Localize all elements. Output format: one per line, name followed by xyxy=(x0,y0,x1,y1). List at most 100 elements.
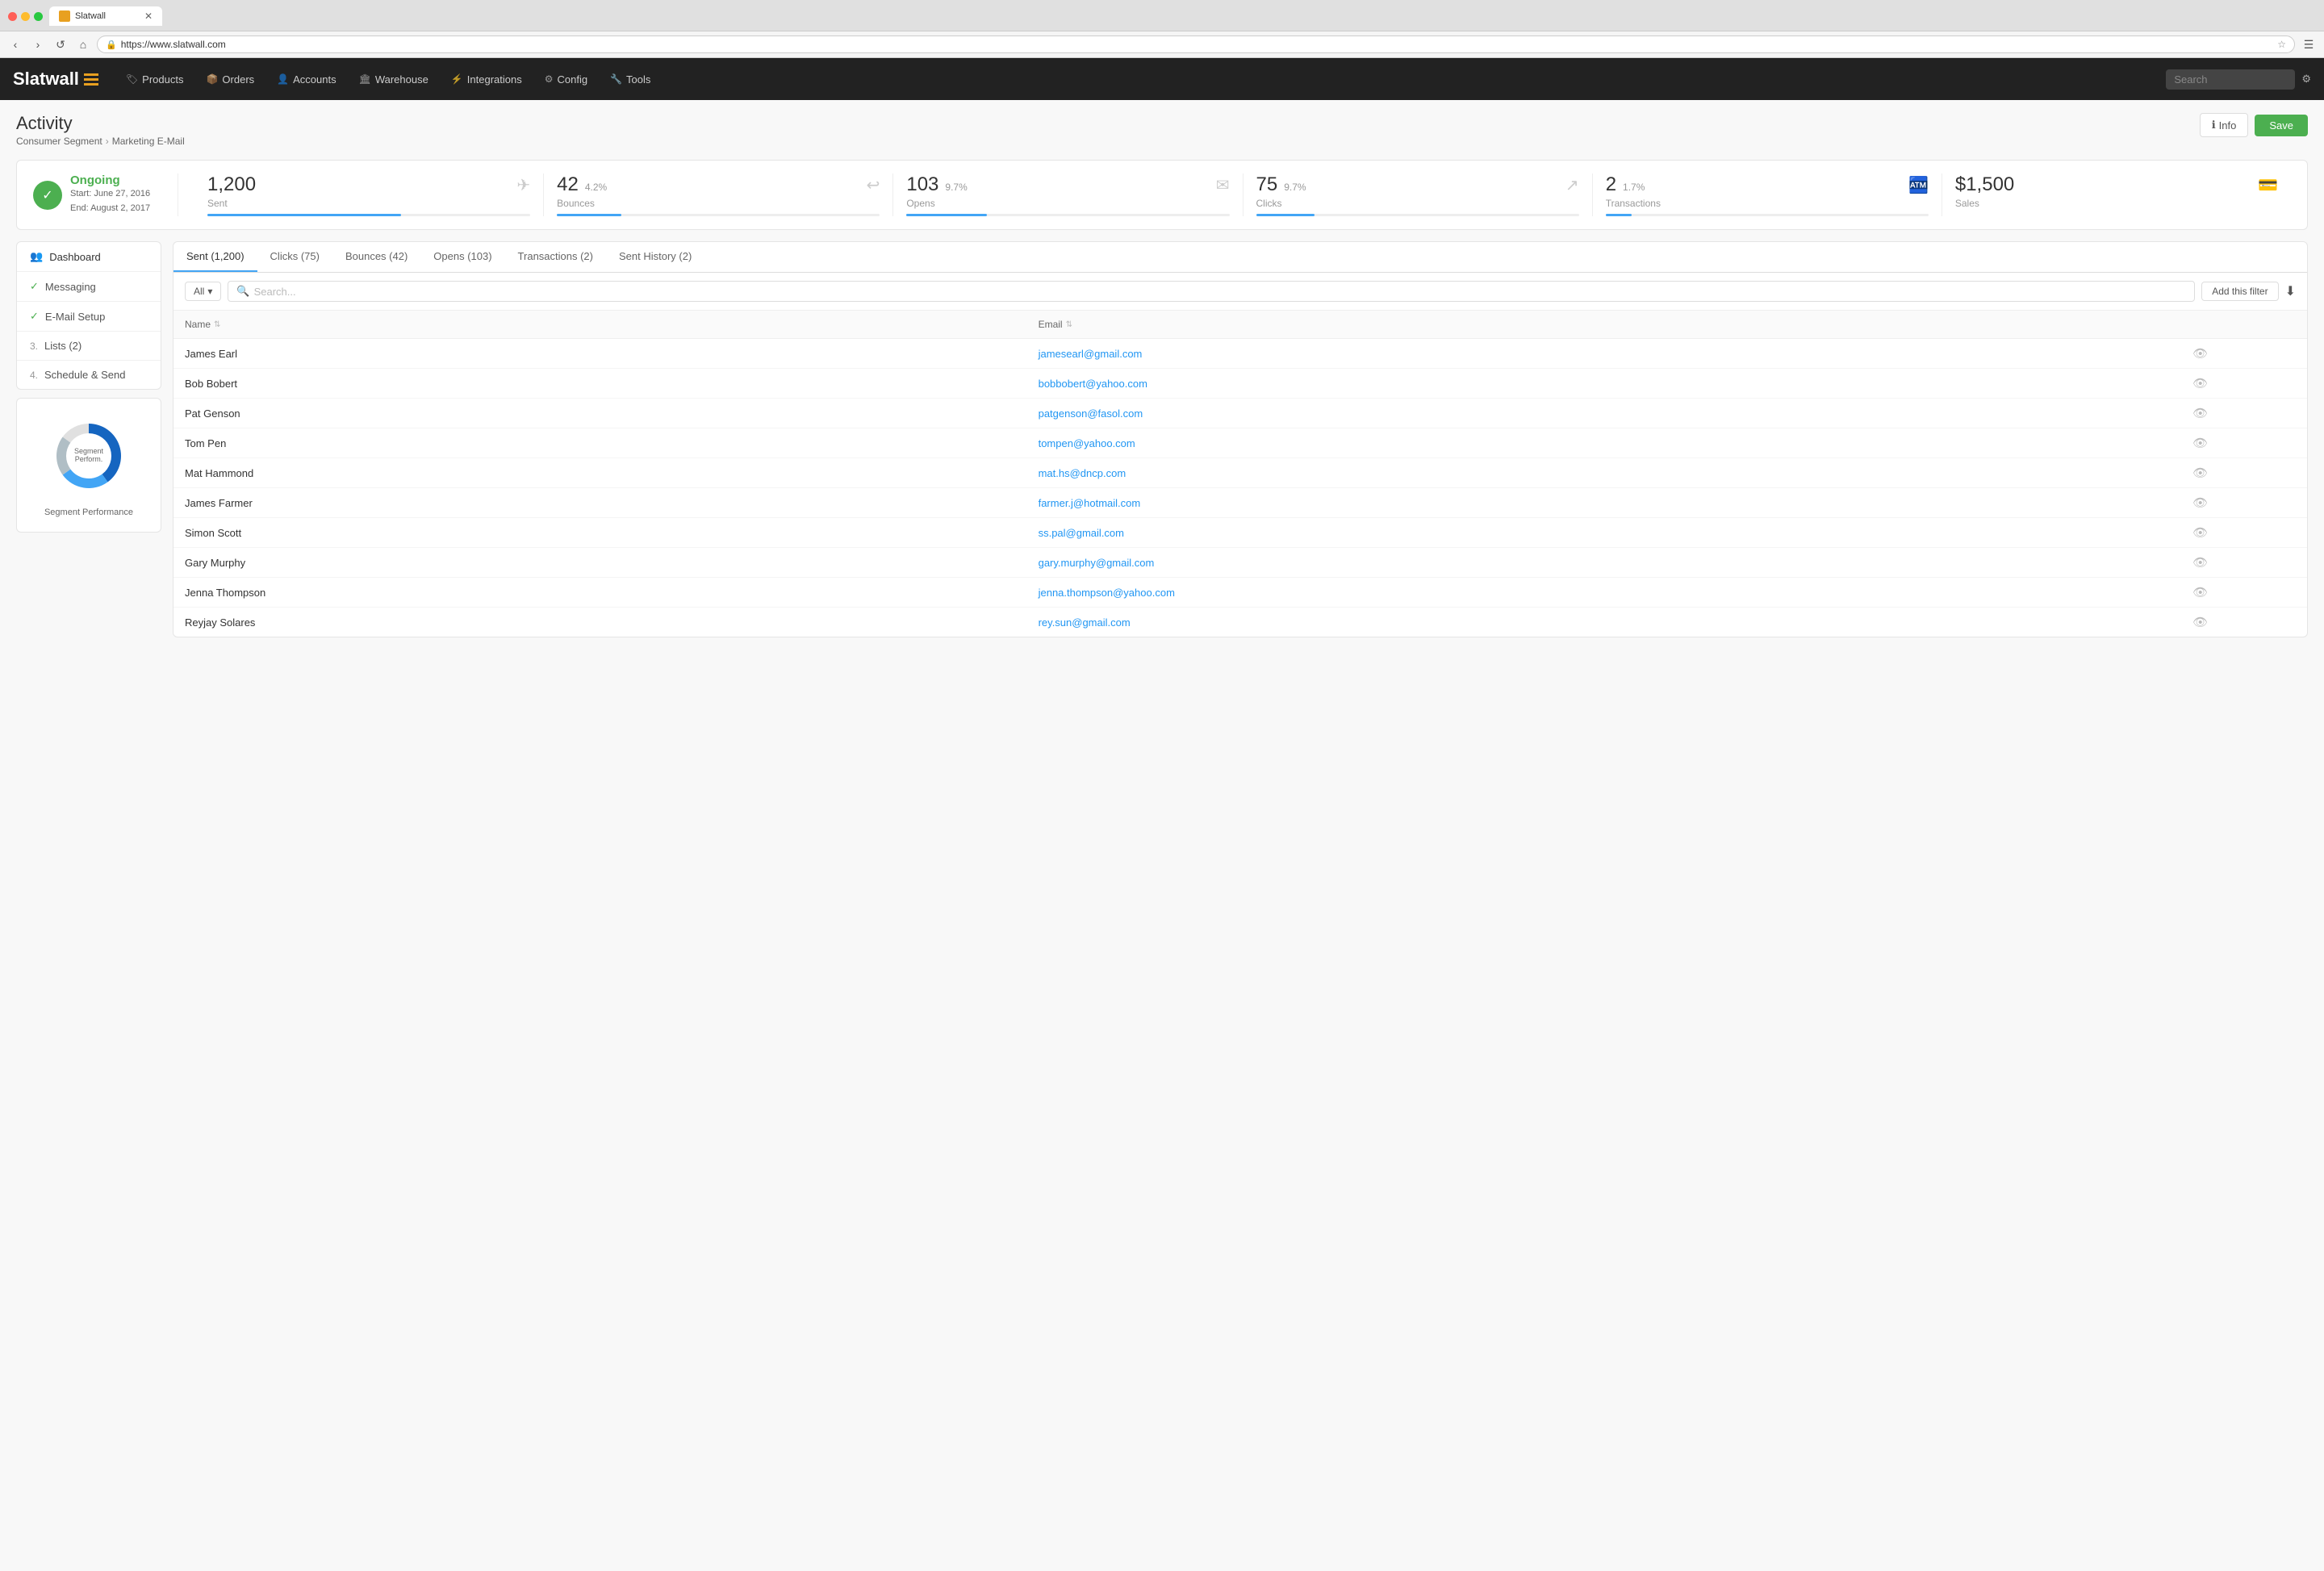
view-icon-0[interactable]: 👁 xyxy=(2192,347,2208,361)
view-icon-6[interactable]: 👁 xyxy=(2192,526,2208,540)
sidebar-item-label: E-Mail Setup xyxy=(45,311,105,323)
stat-pct-1: 4.2% xyxy=(585,182,607,193)
url-display: https://www.slatwall.com xyxy=(121,39,2274,50)
close-dot[interactable] xyxy=(8,12,17,21)
bookmark-icon[interactable]: ☆ xyxy=(2277,39,2286,50)
status-icon: ✓ xyxy=(33,181,62,210)
maximize-dot[interactable] xyxy=(34,12,43,21)
table-controls: All ▾ 🔍 Add this filter ⬇ xyxy=(173,273,2307,311)
table-row: Pat Genson patgenson@fasol.com 👁 xyxy=(173,399,2307,428)
status-label: Ongoing xyxy=(70,173,150,187)
tab-1[interactable]: Clicks (75) xyxy=(257,242,332,272)
email-link-3[interactable]: tompen@yahoo.com xyxy=(1039,437,1135,449)
filter-dropdown[interactable]: All ▾ xyxy=(185,282,221,301)
integrations-icon: ⚡ xyxy=(451,73,463,85)
stat-pct-3: 9.7% xyxy=(1284,182,1306,193)
nav-item-warehouse[interactable]: 🏛 Warehouse xyxy=(348,58,440,100)
cell-name-4: Mat Hammond xyxy=(173,458,1027,488)
refresh-button[interactable]: ↺ xyxy=(52,36,69,53)
address-bar[interactable]: 🔒 https://www.slatwall.com ☆ xyxy=(97,36,2295,53)
view-icon-1[interactable]: 👁 xyxy=(2192,377,2208,391)
sidebar-item-dashboard[interactable]: 👥Dashboard xyxy=(17,242,161,272)
save-button[interactable]: Save xyxy=(2255,115,2308,136)
table-row: Tom Pen tompen@yahoo.com 👁 xyxy=(173,428,2307,458)
nav-item-config[interactable]: ⚙ Config xyxy=(533,58,599,100)
table-search-input[interactable] xyxy=(254,286,2187,298)
view-icon-7[interactable]: 👁 xyxy=(2192,556,2208,570)
donut-chart: SegmentPerform. xyxy=(44,412,133,500)
stat-label-5: Sales xyxy=(1955,198,2278,209)
email-sort-icon[interactable]: ⇅ xyxy=(1066,320,1072,329)
nav-item-integrations[interactable]: ⚡ Integrations xyxy=(440,58,533,100)
nav-item-products[interactable]: 🏷 Products xyxy=(115,58,195,100)
search-icon[interactable]: ⚙ xyxy=(2301,73,2311,86)
status-info: Ongoing Start: June 27, 2016 End: August… xyxy=(70,173,150,215)
view-icon-9[interactable]: 👁 xyxy=(2192,616,2208,629)
stat-label-1: Bounces xyxy=(557,198,880,209)
page-title: Activity xyxy=(16,113,185,134)
breadcrumb-parent[interactable]: Consumer Segment xyxy=(16,136,102,147)
sidebar-item-e-mail-setup[interactable]: ✓E-Mail Setup xyxy=(17,302,161,332)
config-icon: ⚙ xyxy=(545,73,554,85)
sidebar-item-messaging[interactable]: ✓Messaging xyxy=(17,272,161,302)
table-area: Sent (1,200)Clicks (75)Bounces (42)Opens… xyxy=(173,241,2308,637)
tab-5[interactable]: Sent History (2) xyxy=(606,242,704,272)
browser-tab[interactable]: Slatwall ✕ xyxy=(49,6,162,26)
sidebar-item-schedule-&-send[interactable]: 4.Schedule & Send xyxy=(17,361,161,389)
cell-email-5: farmer.j@hotmail.com xyxy=(1027,488,2094,518)
settings-icon[interactable]: ☰ xyxy=(2300,36,2318,53)
email-link-5[interactable]: farmer.j@hotmail.com xyxy=(1039,497,1141,509)
status-indicator: ✓ Ongoing Start: June 27, 2016 End: Augu… xyxy=(33,173,178,215)
download-button[interactable]: ⬇ xyxy=(2285,283,2296,299)
browser-titlebar: Slatwall ✕ xyxy=(8,6,2316,26)
tab-4[interactable]: Transactions (2) xyxy=(505,242,606,272)
table-search-box[interactable]: 🔍 xyxy=(228,281,2195,302)
stat-value-3: 75 xyxy=(1256,173,1278,196)
add-filter-button[interactable]: Add this filter xyxy=(2201,282,2278,301)
tab-2[interactable]: Bounces (42) xyxy=(332,242,420,272)
back-button[interactable]: ‹ xyxy=(6,36,24,53)
email-link-1[interactable]: bobbobert@yahoo.com xyxy=(1039,378,1147,390)
stat-icon-1: ↩ xyxy=(867,175,880,195)
table-row: James Earl jamesearl@gmail.com 👁 xyxy=(173,339,2307,369)
email-link-7[interactable]: gary.murphy@gmail.com xyxy=(1039,557,1155,569)
sidebar-item-lists-(2)[interactable]: 3.Lists (2) xyxy=(17,332,161,361)
stat-value-1: 42 xyxy=(557,173,579,196)
name-sort-icon[interactable]: ⇅ xyxy=(214,320,220,329)
view-icon-2[interactable]: 👁 xyxy=(2192,407,2208,420)
stat-icon-3: ↗ xyxy=(1565,175,1579,195)
email-link-0[interactable]: jamesearl@gmail.com xyxy=(1039,348,1143,360)
minimize-dot[interactable] xyxy=(21,12,30,21)
home-button[interactable]: ⌂ xyxy=(74,36,92,53)
nav-label-config: Config xyxy=(557,73,587,86)
email-link-9[interactable]: rey.sun@gmail.com xyxy=(1039,616,1131,629)
window-controls xyxy=(8,12,43,21)
email-link-6[interactable]: ss.pal@gmail.com xyxy=(1039,527,1124,539)
view-icon-5[interactable]: 👁 xyxy=(2192,496,2208,510)
cell-name-9: Reyjay Solares xyxy=(173,608,1027,637)
table-row: Jenna Thompson jenna.thompson@yahoo.com … xyxy=(173,578,2307,608)
search-input[interactable] xyxy=(2166,69,2295,90)
info-button[interactable]: ℹ Info xyxy=(2200,113,2249,137)
nav-item-tools[interactable]: 🔧 Tools xyxy=(599,58,662,100)
page-title-area: Activity Consumer Segment › Marketing E-… xyxy=(16,113,185,147)
stat-item-4: 2 1.7% 🏧 Transactions xyxy=(1593,173,1942,216)
forward-button[interactable]: › xyxy=(29,36,47,53)
view-icon-3[interactable]: 👁 xyxy=(2192,437,2208,450)
stat-item-2: 103 9.7% ✉ Opens xyxy=(893,173,1243,216)
nav-item-orders[interactable]: 📦 Orders xyxy=(194,58,265,100)
view-icon-8[interactable]: 👁 xyxy=(2192,586,2208,600)
email-link-2[interactable]: patgenson@fasol.com xyxy=(1039,407,1143,420)
tab-3[interactable]: Opens (103) xyxy=(420,242,504,272)
view-icon-4[interactable]: 👁 xyxy=(2192,466,2208,480)
main-panel: Sent (1,200)Clicks (75)Bounces (42)Opens… xyxy=(173,241,2308,637)
stat-bar-1 xyxy=(557,214,880,216)
nav-item-accounts[interactable]: 👤 Accounts xyxy=(265,58,347,100)
cell-action-8: 👁 xyxy=(2094,578,2307,608)
stat-bar-4 xyxy=(1606,214,1929,216)
email-link-4[interactable]: mat.hs@dncp.com xyxy=(1039,467,1126,479)
tab-0[interactable]: Sent (1,200) xyxy=(173,242,257,272)
tab-close-btn[interactable]: ✕ xyxy=(144,10,153,22)
cell-name-7: Gary Murphy xyxy=(173,548,1027,578)
email-link-8[interactable]: jenna.thompson@yahoo.com xyxy=(1039,587,1175,599)
